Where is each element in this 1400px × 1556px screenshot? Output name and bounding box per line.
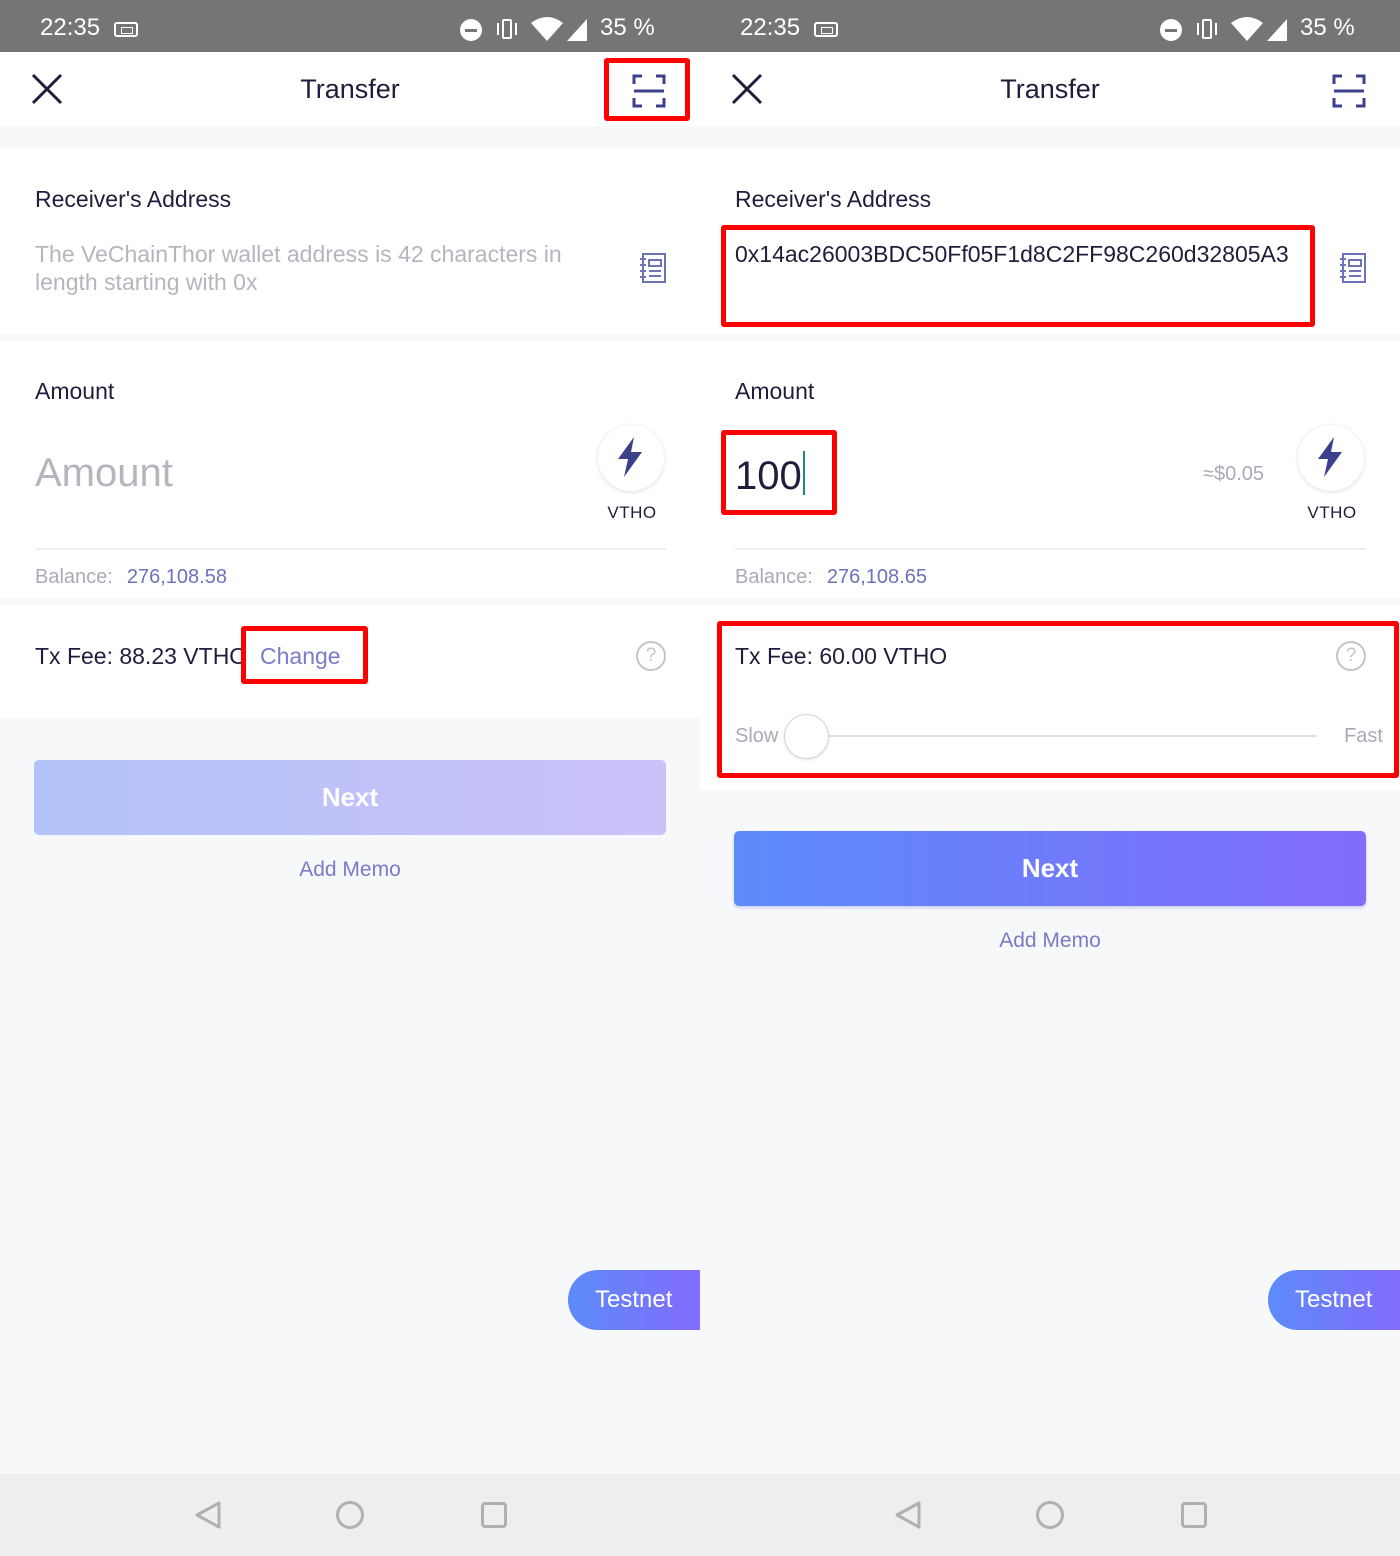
page-title: Transfer	[1000, 74, 1100, 104]
right-screen: 22:35 35 % Transfer Receiver's Address 0…	[700, 0, 1400, 1556]
address-input[interactable]: The VeChainThor wallet address is 42 cha…	[35, 240, 605, 296]
status-time: 22:35	[40, 14, 101, 41]
page-title: Transfer	[300, 74, 400, 104]
address-book-icon[interactable]	[1339, 252, 1367, 284]
nav-home-icon[interactable]	[1036, 1501, 1064, 1529]
token-selector[interactable]	[1298, 425, 1364, 491]
receiver-card: Receiver's Address The VeChainThor walle…	[0, 148, 700, 334]
do-not-disturb-icon	[1160, 19, 1182, 41]
do-not-disturb-icon	[460, 19, 482, 41]
highlight-address	[721, 225, 1315, 327]
address-book-icon[interactable]	[639, 252, 667, 284]
signal-icon	[1267, 19, 1287, 41]
help-icon[interactable]: ?	[636, 641, 666, 671]
battery-level: 35 %	[1300, 14, 1355, 41]
amount-label: Amount	[735, 378, 815, 404]
token-selector[interactable]	[598, 425, 664, 491]
battery-level: 35 %	[600, 14, 655, 41]
balance-row: Balance: 276,108.58	[35, 566, 227, 589]
add-memo-link[interactable]: Add Memo	[0, 858, 700, 882]
wifi-icon	[1231, 17, 1263, 41]
app-bar: Transfer	[0, 52, 700, 126]
nav-recent-icon[interactable]	[1181, 1502, 1207, 1528]
signal-icon	[567, 19, 587, 41]
balance-value: 276,108.65	[826, 566, 927, 588]
highlight-amount	[721, 430, 837, 515]
amount-input[interactable]: Amount	[35, 451, 173, 496]
usd-estimate: ≈$0.05	[1202, 463, 1264, 485]
status-bar: 22:35 35 %	[0, 0, 700, 52]
balance-value: 276,108.58	[126, 566, 227, 588]
card-icon	[114, 22, 138, 37]
next-button[interactable]: Next	[34, 760, 666, 835]
bolt-icon	[618, 437, 642, 477]
status-time: 22:35	[740, 14, 801, 41]
receiver-label: Receiver's Address	[735, 186, 932, 212]
bolt-icon	[1318, 437, 1342, 477]
token-name: VTHO	[1307, 503, 1357, 522]
tx-fee: Tx Fee: 88.23 VTHO	[35, 643, 248, 669]
highlight-fee	[717, 621, 1399, 778]
card-icon	[814, 22, 838, 37]
balance-row: Balance: 276,108.65	[735, 566, 927, 589]
scan-icon[interactable]	[1332, 74, 1366, 108]
left-screen: 22:35 35 % Transfer Receiver's Address T…	[0, 0, 700, 1556]
testnet-badge[interactable]: Testnet	[1268, 1270, 1400, 1330]
divider	[735, 548, 1366, 550]
status-bar: 22:35 35 %	[700, 0, 1400, 52]
add-memo-link[interactable]: Add Memo	[700, 929, 1400, 953]
next-button[interactable]: Next	[734, 831, 1366, 906]
receiver-label: Receiver's Address	[35, 186, 232, 212]
nav-bar	[0, 1474, 700, 1556]
nav-home-icon[interactable]	[336, 1501, 364, 1529]
testnet-badge[interactable]: Testnet	[568, 1270, 700, 1330]
amount-label: Amount	[35, 378, 115, 404]
nav-recent-icon[interactable]	[481, 1502, 507, 1528]
highlight-change	[241, 626, 368, 684]
vibrate-icon	[496, 17, 518, 43]
balance-label: Balance:	[735, 566, 813, 588]
amount-card: Amount Amount VTHO Balance: 276,108.58	[0, 341, 700, 598]
app-bar: Transfer	[700, 52, 1400, 126]
balance-label: Balance:	[35, 566, 113, 588]
nav-back-icon[interactable]	[193, 1500, 223, 1530]
nav-back-icon[interactable]	[893, 1500, 923, 1530]
token-name: VTHO	[607, 503, 657, 522]
divider	[35, 548, 666, 550]
vibrate-icon	[1196, 17, 1218, 43]
wifi-icon	[531, 17, 563, 41]
nav-bar	[700, 1474, 1400, 1556]
highlight-scan	[604, 58, 690, 121]
